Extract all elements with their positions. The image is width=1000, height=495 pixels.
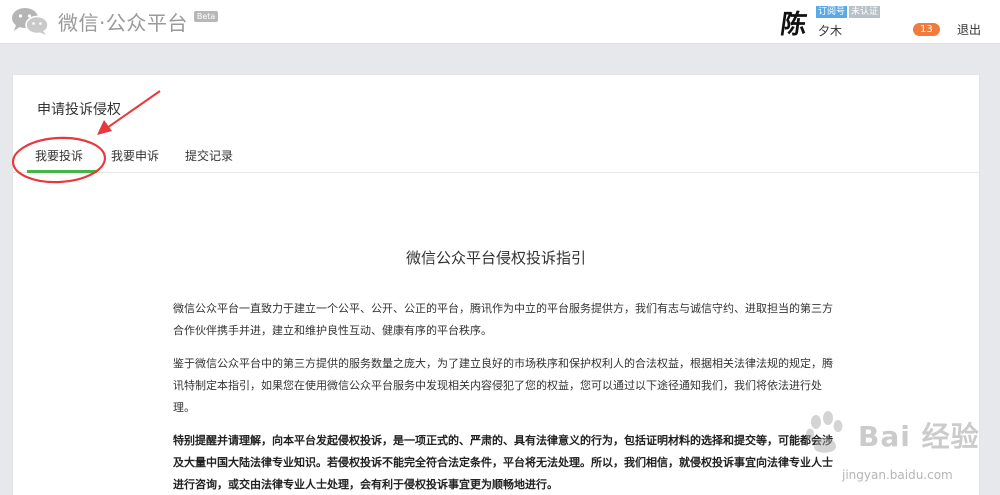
account-area[interactable]: 陈 订阅号 未认证 夕木 xyxy=(773,4,881,40)
unverified-badge: 未认证 xyxy=(849,6,881,18)
beta-badge: Beta xyxy=(193,10,219,22)
wechat-logo-icon xyxy=(12,8,49,35)
account-info: 订阅号 未认证 夕木 xyxy=(816,4,881,39)
tab-bar: 我要投诉 我要申诉 提交记录 xyxy=(13,137,979,173)
brand-text: 微信·公众平台 xyxy=(58,10,188,35)
document-title: 微信公众平台侵权投诉指引 xyxy=(405,249,586,267)
top-bar: 微信·公众平台 Beta 陈 订阅号 未认证 夕木 13 退出 xyxy=(0,0,1000,44)
document-paragraph-notice: 特别提醒并请理解，向本平台发起侵权投诉，是一项正式的、严肃的、具有法律意义的行为… xyxy=(173,434,833,491)
subscription-badge: 订阅号 xyxy=(816,6,848,18)
account-name: 夕木 xyxy=(818,24,843,38)
main-panel: 申请投诉侵权 我要投诉 我要申诉 提交记录 微信公众平台侵权投诉指引 微信公众平… xyxy=(12,74,980,495)
brand-logo[interactable]: 微信·公众平台 Beta xyxy=(10,6,219,36)
avatar[interactable]: 陈 xyxy=(773,4,815,40)
active-tab-indicator xyxy=(27,170,97,173)
tab-appeal[interactable]: 我要申诉 xyxy=(111,147,159,164)
notification-count-badge[interactable]: 13 xyxy=(913,23,940,36)
tab-records[interactable]: 提交记录 xyxy=(185,147,233,164)
tab-complaint[interactable]: 我要投诉 xyxy=(35,147,83,164)
page-title: 申请投诉侵权 xyxy=(37,102,121,118)
document-paragraph: 鉴于微信公众平台中的第三方提供的服务数量之庞大，为了建立良好的市场秩序和保护权利… xyxy=(173,357,833,414)
document-paragraph: 微信公众平台一直致力于建立一个公平、公开、公正的平台，腾讯作为中立的平台服务提供… xyxy=(173,302,833,337)
logout-link[interactable]: 退出 xyxy=(957,21,981,38)
